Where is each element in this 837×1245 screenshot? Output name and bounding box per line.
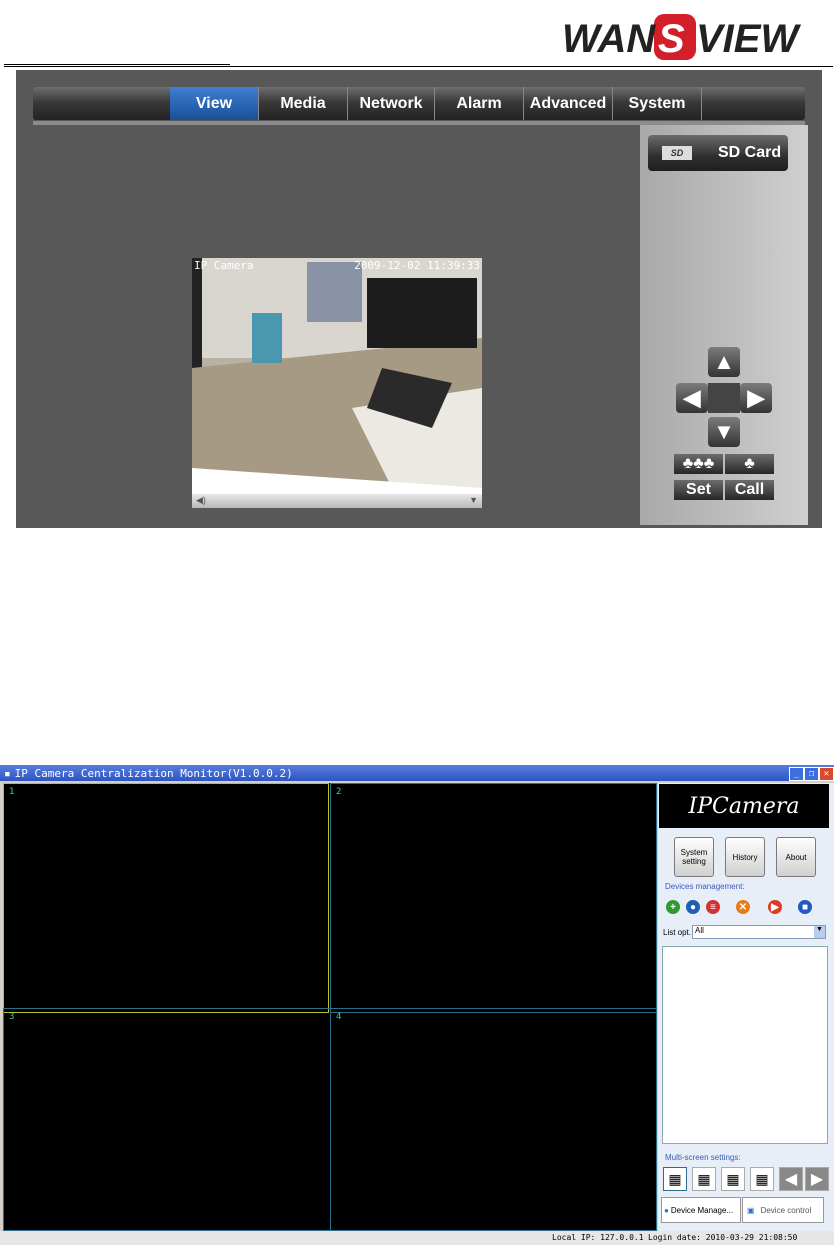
tab-device-manage-label: Device Manage...: [670, 1205, 734, 1215]
control-panel: SD SD Card ▲ ◀ ▶ ▼ ♣♣♣ ♣ Set Call: [640, 125, 808, 525]
login-date-text: Login date: 2010-03-29 21:08:50: [648, 1233, 798, 1242]
svg-text:S: S: [658, 17, 685, 60]
local-ip-text: Local IP: 127.0.0.1: [552, 1233, 644, 1242]
cell-number: 1: [9, 787, 15, 797]
camera-icon: ▣: [747, 1205, 755, 1215]
right-arrow-icon: ▶: [810, 1171, 824, 1188]
video-control-bar[interactable]: ◀) ▼: [192, 494, 482, 508]
up-arrow-icon: ▲: [713, 349, 735, 374]
edit-device-icon[interactable]: ≡: [706, 900, 720, 914]
tab-view[interactable]: View: [170, 87, 259, 120]
minimize-button[interactable]: _: [789, 767, 804, 781]
ptz-left-button[interactable]: ◀: [676, 383, 708, 413]
layout-1x1-button[interactable]: ▦: [663, 1167, 687, 1191]
tab-advanced[interactable]: Advanced: [524, 87, 613, 120]
set-button[interactable]: Set: [674, 480, 723, 500]
history-button[interactable]: History: [725, 837, 765, 877]
ptz-center[interactable]: [708, 383, 740, 413]
tab-device-control-label: Device control: [760, 1205, 812, 1215]
devices-management-label: Devices management:: [665, 882, 745, 891]
right-arrow-icon: ▶: [747, 385, 765, 410]
ptz-up-button[interactable]: ▲: [708, 347, 740, 377]
grid-4-icon: ▦: [697, 1170, 711, 1187]
left-arrow-icon: ◀: [784, 1171, 798, 1188]
web-ui-panel: View Media Network Alarm Advanced System…: [16, 70, 822, 528]
globe-icon: ●: [664, 1205, 669, 1215]
video-cell-2[interactable]: 2: [330, 783, 657, 1013]
trees-many-icon: ♣♣♣: [682, 455, 715, 472]
zoom-out-button[interactable]: ♣♣♣: [674, 454, 723, 474]
layout-2x2-button[interactable]: ▦: [692, 1167, 716, 1191]
call-button[interactable]: Call: [725, 480, 774, 500]
sd-card-button[interactable]: SD SD Card: [648, 135, 788, 171]
header-underline-short: [4, 64, 230, 65]
prev-page-button[interactable]: ◀: [779, 1167, 803, 1191]
close-button[interactable]: ✕: [819, 767, 834, 781]
zoom-in-button[interactable]: ♣: [725, 454, 774, 474]
wansview-logo: WAN S VIEW: [562, 14, 801, 60]
tree-single-icon: ♣: [744, 455, 755, 472]
system-setting-button[interactable]: System setting: [674, 837, 714, 877]
device-list[interactable]: [662, 946, 828, 1144]
multi-screen-settings-label: Multi-screen settings:: [665, 1153, 741, 1162]
video-cell-1[interactable]: 1: [3, 783, 329, 1013]
grid-16-icon: ▦: [755, 1170, 769, 1187]
header-rule: [4, 66, 833, 67]
status-bar: Local IP: 127.0.0.1 Login date: 2010-03-…: [0, 1231, 834, 1245]
grid-4-icon: ▦: [668, 1170, 682, 1187]
svg-text:VIEW: VIEW: [696, 17, 801, 60]
tab-network[interactable]: Network: [348, 87, 435, 120]
next-page-button[interactable]: ▶: [805, 1167, 829, 1191]
dropdown-arrow-icon[interactable]: ▼: [469, 495, 478, 505]
top-nav: View Media Network Alarm Advanced System: [33, 87, 805, 120]
tab-system[interactable]: System: [613, 87, 702, 120]
app-icon: ▪: [4, 766, 11, 780]
speaker-icon[interactable]: ◀): [196, 495, 206, 506]
layout-4x4-button[interactable]: ▦: [750, 1167, 774, 1191]
brand-banner: IPCamera: [659, 784, 829, 828]
tab-media[interactable]: Media: [259, 87, 348, 120]
tab-device-manage[interactable]: ● Device Manage...: [661, 1197, 741, 1223]
video-grid: 1 2 3 4: [3, 783, 657, 1231]
chevron-down-icon[interactable]: ▼: [814, 926, 825, 938]
tab-alarm[interactable]: Alarm: [435, 87, 524, 120]
ptz-right-button[interactable]: ▶: [740, 383, 772, 413]
stop-icon[interactable]: ■: [798, 900, 812, 914]
room-scene-image: [192, 258, 482, 508]
video-timestamp: 2009-12-02 11:39:33: [354, 259, 480, 272]
ptz-down-button[interactable]: ▼: [708, 417, 740, 447]
sd-card-label: SD Card: [718, 144, 782, 161]
delete-device-icon[interactable]: ✕: [736, 900, 750, 914]
restore-button[interactable]: ❐: [804, 767, 819, 781]
camera-label: IP Camera: [194, 259, 254, 272]
sd-card-icon: SD: [662, 146, 692, 160]
list-opt-select[interactable]: All ▼: [692, 925, 826, 939]
cell-number: 2: [336, 787, 342, 797]
list-opt-value: All: [695, 926, 704, 935]
video-cell-4[interactable]: 4: [330, 1008, 657, 1231]
cell-number: 3: [9, 1012, 15, 1022]
window-titlebar: ▪ IP Camera Centralization Monitor(V1.0.…: [0, 765, 834, 781]
video-cell-3[interactable]: 3: [3, 1008, 331, 1231]
about-button[interactable]: About: [776, 837, 816, 877]
list-opt-label: List opt.: [663, 928, 692, 937]
window-title: IP Camera Centralization Monitor(V1.0.0.…: [14, 766, 293, 780]
layout-3x3-button[interactable]: ▦: [721, 1167, 745, 1191]
cell-number: 4: [336, 1012, 342, 1022]
play-icon[interactable]: ▶: [768, 900, 782, 914]
video-feed: IP Camera 2009-12-02 11:39:33: [192, 258, 482, 508]
monitor-app-window: ▪ IP Camera Centralization Monitor(V1.0.…: [0, 765, 834, 1245]
add-device-icon[interactable]: +: [666, 900, 680, 914]
tab-device-control[interactable]: ▣ Device control: [742, 1197, 824, 1223]
side-panel: IPCamera System setting History About De…: [658, 783, 834, 1231]
grid-9-icon: ▦: [726, 1170, 740, 1187]
down-arrow-icon: ▼: [713, 419, 735, 444]
search-device-icon[interactable]: ●: [686, 900, 700, 914]
svg-text:WAN: WAN: [562, 17, 656, 60]
left-arrow-icon: ◀: [683, 385, 701, 410]
